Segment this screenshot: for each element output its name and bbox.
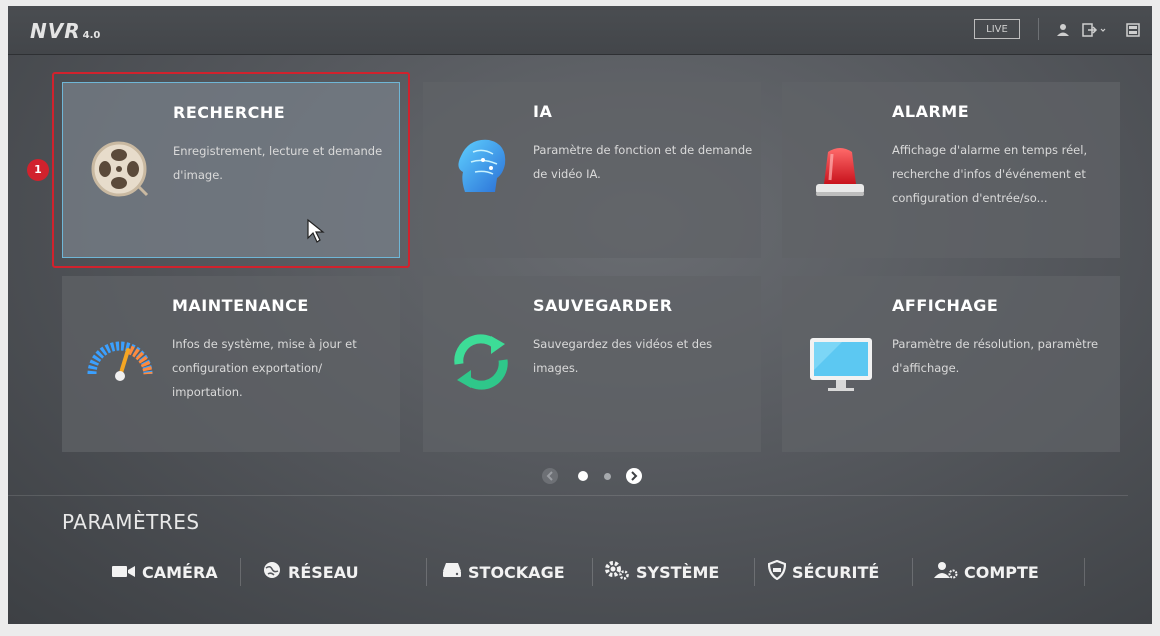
settings-separator [754, 558, 755, 586]
shield-icon [767, 559, 787, 584]
top-separator [1038, 18, 1039, 40]
tile-sauvegarder[interactable]: SAUVEGARDER Sauvegardez des vidéos et de… [423, 276, 761, 452]
settings-separator [912, 558, 913, 586]
settings-item-label: SÉCURITÉ [792, 562, 880, 582]
gauge-icon [82, 324, 158, 400]
live-button[interactable]: LIVE [974, 19, 1020, 39]
annotation-badge: 1 [27, 159, 49, 181]
tile-title: ALARME [892, 102, 970, 121]
alarm-siren-icon [802, 130, 878, 206]
nvr-main-menu: NVR 4.0 LIVE RECHERCHE Enregistrement, l… [8, 6, 1152, 624]
sync-arrows-icon [443, 324, 519, 400]
tile-description: Affichage d'alarme en temps réel, recher… [892, 143, 1088, 205]
tile-ia[interactable]: IA Paramètre de fonction et de demande d… [423, 82, 761, 258]
ai-head-icon [443, 130, 519, 206]
tile-alarme[interactable]: ALARME Affichage d'alarme en temps réel,… [782, 82, 1120, 258]
prev-page-icon[interactable] [542, 468, 558, 484]
tile-affichage[interactable]: AFFICHAGE Paramètre de résolution, param… [782, 276, 1120, 452]
tile-description: Paramètre de fonction et de demande de v… [533, 143, 753, 181]
next-page-icon[interactable] [626, 468, 642, 484]
network-globe-icon [262, 560, 282, 584]
settings-item-label: RÉSEAU [288, 562, 359, 582]
tile-maintenance[interactable]: MAINTENANCE Infos de système, mise à jou… [62, 276, 400, 452]
tile-title: AFFICHAGE [892, 296, 999, 315]
settings-item-label: STOCKAGE [468, 562, 565, 582]
settings-separator [592, 558, 593, 586]
user-icon[interactable] [1052, 19, 1074, 41]
tile-description: Infos de système, mise à jour et configu… [172, 337, 357, 399]
page-dot-active[interactable] [578, 471, 588, 481]
settings-item-reseau[interactable]: RÉSEAU [262, 558, 359, 586]
tile-description: Paramètre de résolution, paramètre d'aff… [892, 337, 1099, 375]
camera-icon [112, 563, 136, 582]
page-indicator [542, 468, 652, 486]
fullscreen-icon[interactable] [1122, 19, 1144, 41]
logout-icon[interactable] [1080, 19, 1110, 41]
settings-title: PARAMÈTRES [62, 510, 200, 534]
top-bar: NVR 4.0 LIVE [8, 6, 1152, 55]
settings-item-camera[interactable]: CAMÉRA [112, 558, 218, 586]
monitor-icon [802, 324, 878, 400]
tile-title: SAUVEGARDER [533, 296, 673, 315]
tile-title: MAINTENANCE [172, 296, 309, 315]
account-icon [934, 561, 958, 583]
tile-title: IA [533, 102, 553, 121]
settings-item-stockage[interactable]: STOCKAGE [442, 558, 565, 586]
nvr-logo: NVR 4.0 [30, 19, 101, 43]
settings-item-label: SYSTÈME [636, 562, 720, 582]
hard-drive-icon [442, 562, 462, 582]
settings-item-label: COMPTE [964, 562, 1039, 582]
settings-item-securite[interactable]: SÉCURITÉ [767, 558, 880, 586]
section-divider [8, 495, 1128, 496]
settings-item-label: CAMÉRA [142, 562, 218, 582]
gears-icon [604, 560, 630, 584]
page-dot[interactable] [604, 473, 611, 480]
tile-description: Sauvegardez des vidéos et des images. [533, 337, 713, 375]
settings-item-compte[interactable]: COMPTE [934, 558, 1039, 586]
mouse-cursor-icon [306, 218, 326, 248]
settings-separator [426, 558, 427, 586]
settings-item-systeme[interactable]: SYSTÈME [604, 558, 719, 586]
settings-separator [240, 558, 241, 586]
annotation-highlight [52, 72, 410, 268]
settings-separator [1084, 558, 1085, 586]
